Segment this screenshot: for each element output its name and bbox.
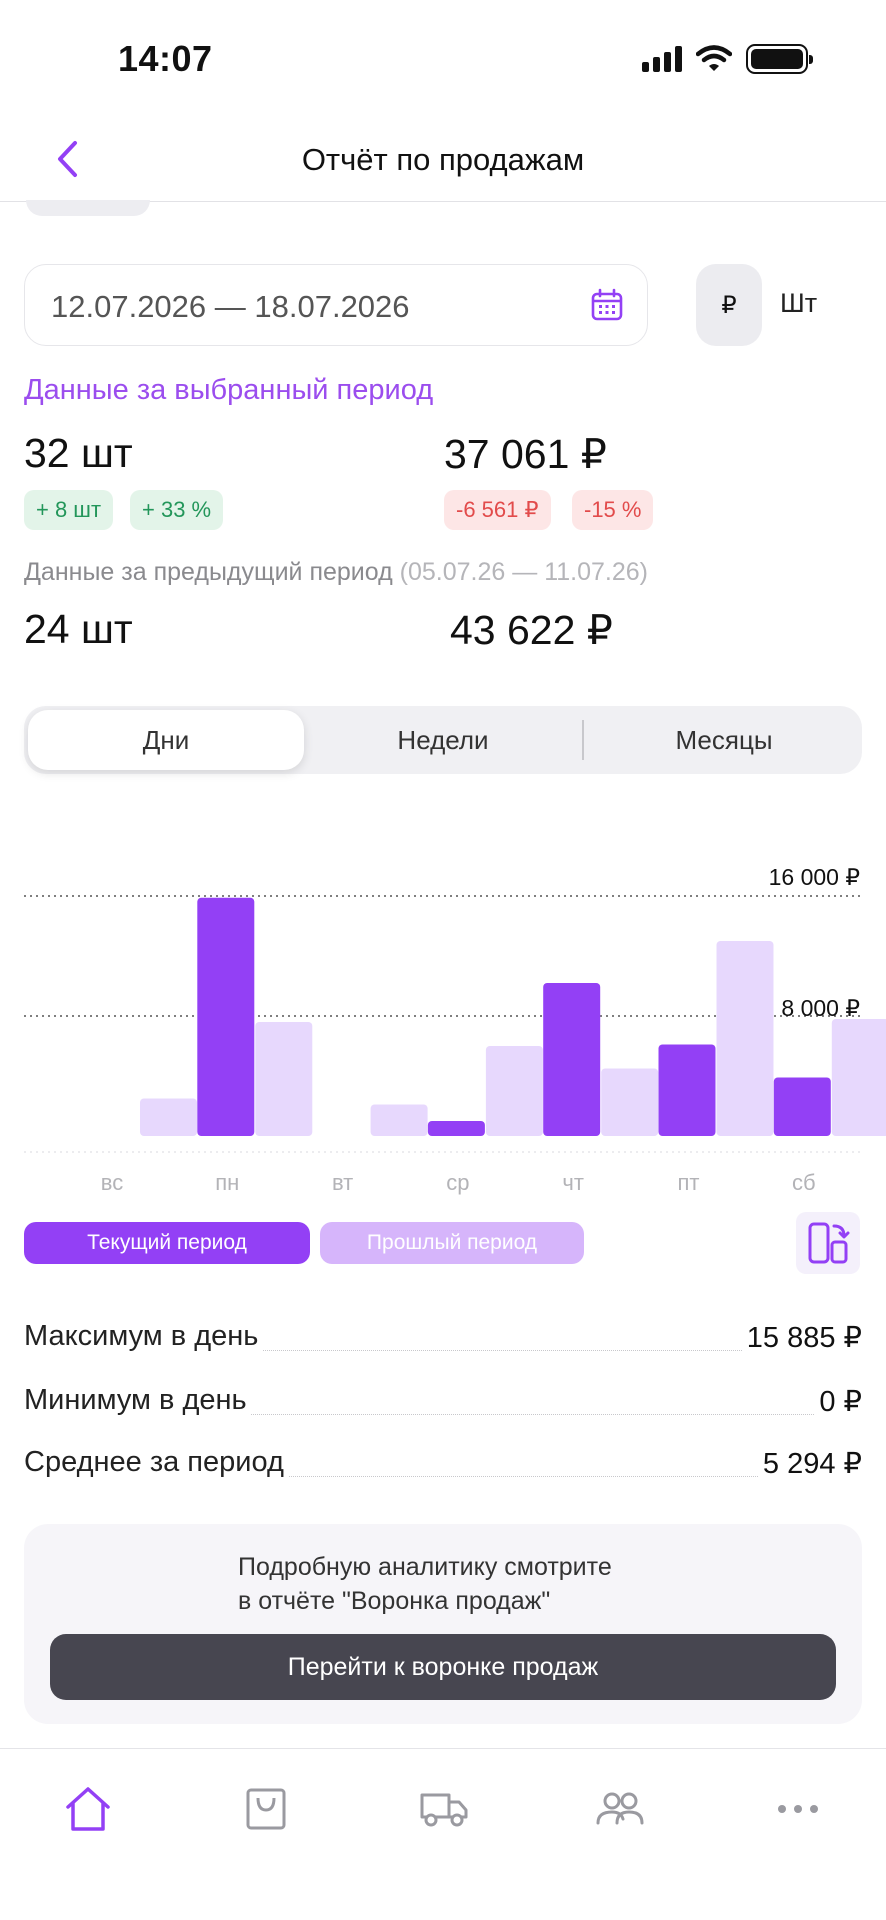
chart-canvas xyxy=(24,895,886,1153)
previous-period-range: (05.07.26 — 11.07.26) xyxy=(399,558,648,586)
sum-delta-pct-badge: -15 % xyxy=(572,490,654,530)
hint-line-1: Подробную аналитику смотрите xyxy=(238,1553,612,1581)
status-bar: 14:07 xyxy=(0,0,886,120)
previous-qty: 24 шт xyxy=(24,606,133,652)
wifi-icon xyxy=(696,45,732,71)
hint-line-2: в отчёте "Воронка продаж" xyxy=(238,1587,551,1615)
stat-max-label: Максимум в день xyxy=(24,1320,263,1353)
previous-period-label: Данные за предыдущий период (05.07.26 — … xyxy=(24,558,648,587)
bottom-tab-bar xyxy=(0,1748,886,1920)
stat-max-value: 15 885 ₽ xyxy=(742,1320,862,1355)
sales-bar-chart: 16 000 ₽ 8 000 ₽ xyxy=(0,840,886,1210)
tab-divider xyxy=(582,720,584,760)
more-icon xyxy=(778,1805,818,1813)
tab-more[interactable] xyxy=(768,1779,828,1839)
hidden-chip xyxy=(26,200,150,216)
x-label-пн: пн xyxy=(215,1170,240,1195)
sales-funnel-card: Подробную аналитику смотрите в отчёте "В… xyxy=(24,1524,862,1724)
current-period-label: Данные за выбранный период xyxy=(24,374,434,406)
ytick-label-16000: 16 000 ₽ xyxy=(768,864,860,890)
unit-pieces-button[interactable]: Шт xyxy=(780,288,817,319)
tab-home[interactable] xyxy=(58,1779,118,1839)
nav-header: Отчёт по продажам xyxy=(0,120,886,202)
rotate-icon xyxy=(808,1222,850,1264)
bar-previous-пт[interactable] xyxy=(716,941,774,1136)
stat-max-row: Максимум в день 15 885 ₽ xyxy=(24,1320,862,1360)
go-to-sales-funnel-button[interactable]: Перейти к воронке продаж xyxy=(50,1634,836,1700)
x-label-вс: вс xyxy=(100,1170,124,1195)
period-granularity-tabs: Дни Недели Месяцы xyxy=(24,706,862,774)
tab-months[interactable]: Месяцы xyxy=(590,706,858,774)
sales-funnel-hint: Подробную аналитику смотрите в отчёте "В… xyxy=(238,1550,612,1618)
bar-current-пт[interactable] xyxy=(658,1044,716,1137)
x-label-вт: вт xyxy=(331,1170,354,1195)
tab-delivery[interactable] xyxy=(414,1779,474,1839)
current-sum: 37 061 ₽ xyxy=(444,431,607,477)
home-icon xyxy=(66,1787,110,1831)
bar-current-чт[interactable] xyxy=(543,983,601,1136)
bar-previous-ср[interactable] xyxy=(485,1046,543,1136)
rotate-screen-button[interactable] xyxy=(796,1212,860,1274)
users-icon xyxy=(596,1792,644,1825)
unit-rub-button[interactable]: ₽ xyxy=(696,264,762,346)
stat-avg-row: Среднее за период 5 294 ₽ xyxy=(24,1446,862,1486)
x-label-ср: ср xyxy=(446,1170,470,1195)
ytick-label-8000: 8 000 ₽ xyxy=(781,995,860,1021)
status-icons xyxy=(642,44,813,74)
battery-icon xyxy=(746,44,813,74)
bar-previous-вс[interactable] xyxy=(140,1098,197,1137)
bar-current-сб[interactable] xyxy=(773,1077,831,1137)
stat-min-label: Минимум в день xyxy=(24,1384,251,1417)
unit-toggle: ₽ Шт xyxy=(696,264,866,346)
tab-weeks[interactable]: Недели xyxy=(312,706,574,774)
bar-current-пн[interactable] xyxy=(197,897,255,1136)
sum-delta-badge: -6 561 ₽ xyxy=(444,490,551,530)
x-label-пт: пт xyxy=(677,1170,700,1195)
bar-previous-пн[interactable] xyxy=(255,1022,313,1136)
legend-current-period[interactable]: Текущий период xyxy=(24,1222,310,1264)
calendar-icon xyxy=(591,288,623,321)
tab-orders[interactable] xyxy=(236,1779,296,1839)
stat-min-value: 0 ₽ xyxy=(815,1384,862,1419)
qty-delta-badge: + 8 шт xyxy=(24,490,114,530)
date-range-picker[interactable]: 12.07.2026 — 18.07.2026 xyxy=(24,264,648,346)
current-qty: 32 шт xyxy=(24,430,133,476)
bar-current-ср[interactable] xyxy=(427,1121,485,1136)
bar-previous-вт[interactable] xyxy=(370,1104,428,1137)
bar-previous-сб[interactable] xyxy=(831,1019,886,1136)
stat-avg-value: 5 294 ₽ xyxy=(758,1446,862,1481)
truck-icon xyxy=(420,1793,468,1827)
shopping-bag-icon xyxy=(246,1788,286,1830)
status-time: 14:07 xyxy=(118,38,213,79)
tab-customers[interactable] xyxy=(590,1779,650,1839)
x-label-чт: чт xyxy=(562,1170,584,1195)
bar-previous-чт[interactable] xyxy=(601,1068,659,1137)
cellular-signal-icon xyxy=(642,46,682,72)
page-title: Отчёт по продажам xyxy=(301,142,585,177)
tab-days[interactable]: Дни xyxy=(28,710,304,770)
previous-sum: 43 622 ₽ xyxy=(450,607,613,653)
stat-min-row: Минимум в день 0 ₽ xyxy=(24,1384,862,1424)
qty-delta-pct-badge: + 33 % xyxy=(130,490,224,530)
previous-period-title: Данные за предыдущий период xyxy=(24,558,393,586)
legend-previous-period[interactable]: Прошлый период xyxy=(320,1222,584,1264)
date-range-value: 12.07.2026 — 18.07.2026 xyxy=(51,289,410,324)
stat-avg-label: Среднее за период xyxy=(24,1446,288,1479)
x-label-сб: сб xyxy=(791,1170,816,1195)
